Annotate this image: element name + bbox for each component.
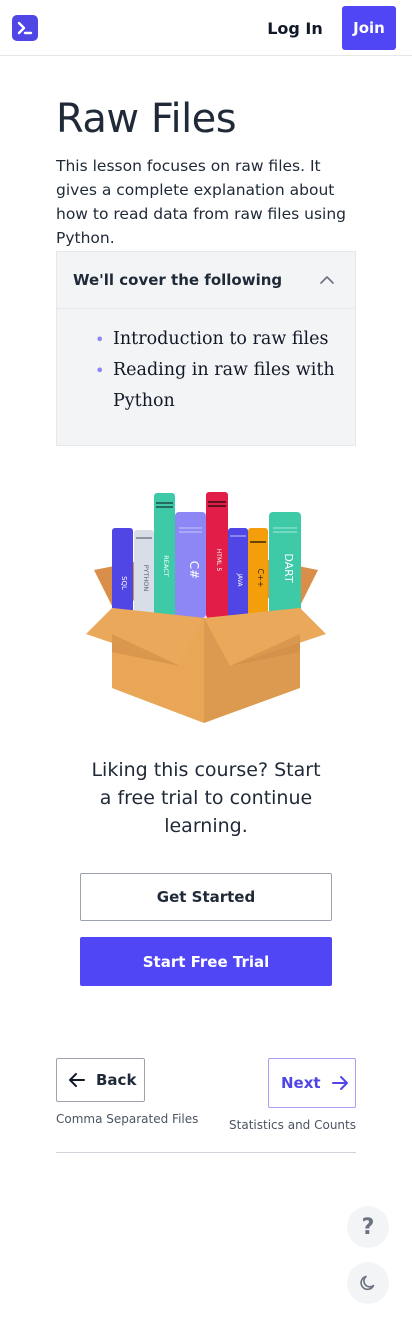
lesson-outline-toggle[interactable]: We'll cover the following <box>57 252 355 309</box>
book-cpp: C++ <box>248 528 268 618</box>
svg-text:C#: C# <box>187 561 201 579</box>
lesson-outline-list: Introduction to raw files Reading in raw… <box>95 324 345 417</box>
theme-toggle-button[interactable] <box>347 1262 389 1304</box>
lesson-summary: This lesson focuses on raw files. It giv… <box>56 157 347 247</box>
book-java: JAVA <box>228 528 248 618</box>
svg-text:PYTHON: PYTHON <box>142 565 150 592</box>
svg-text:SQL: SQL <box>120 576 128 590</box>
svg-text:C++: C++ <box>256 569 265 588</box>
next-lesson-title[interactable]: Statistics and Counts <box>229 1118 356 1132</box>
back-button-label: Back <box>96 1071 137 1089</box>
book-html5: HTML 5 <box>206 492 228 618</box>
next-button-label: Next <box>281 1074 321 1092</box>
lesson-outline-panel: We'll cover the following Introduction t… <box>56 251 356 446</box>
start-free-trial-button[interactable]: Start Free Trial <box>80 937 332 986</box>
previous-lesson-title[interactable]: Comma Separated Files <box>56 1112 198 1126</box>
list-item[interactable]: Reading in raw files with Python <box>95 355 345 417</box>
book-python: PYTHON <box>134 530 154 618</box>
join-button[interactable]: Join <box>342 6 396 50</box>
login-link[interactable]: Log In <box>260 14 330 42</box>
question-mark-icon: ? <box>361 1214 375 1240</box>
help-button[interactable]: ? <box>347 1206 389 1248</box>
books-box-illustration: SQL PYTHON REACT C# HTML 5 JAVA C++ DART <box>86 492 326 723</box>
arrow-left-icon <box>69 1073 85 1087</box>
top-navbar: Log In Join <box>0 0 412 56</box>
book-sql: SQL <box>112 528 133 618</box>
book-react: REACT <box>154 493 175 618</box>
arrow-right-icon <box>331 1076 348 1090</box>
book-dart: DART <box>269 512 301 618</box>
page-title: Raw Files <box>56 96 237 142</box>
svg-text:DART: DART <box>282 553 295 583</box>
list-item[interactable]: Introduction to raw files <box>95 324 345 355</box>
free-trial-promo-text: Liking this course? Start a free trial t… <box>91 759 321 837</box>
back-button[interactable]: Back <box>56 1058 145 1102</box>
moon-icon <box>360 1275 375 1291</box>
svg-text:JAVA: JAVA <box>236 572 243 587</box>
chevron-up-icon <box>320 276 334 284</box>
next-button[interactable]: Next <box>268 1058 356 1108</box>
book-csharp: C# <box>175 512 206 618</box>
svg-text:HTML 5: HTML 5 <box>215 549 222 572</box>
lesson-outline-heading: We'll cover the following <box>73 271 283 289</box>
svg-text:REACT: REACT <box>162 555 170 576</box>
logo-icon[interactable] <box>12 15 38 41</box>
footer-divider <box>56 1152 356 1153</box>
get-started-button[interactable]: Get Started <box>80 873 332 921</box>
